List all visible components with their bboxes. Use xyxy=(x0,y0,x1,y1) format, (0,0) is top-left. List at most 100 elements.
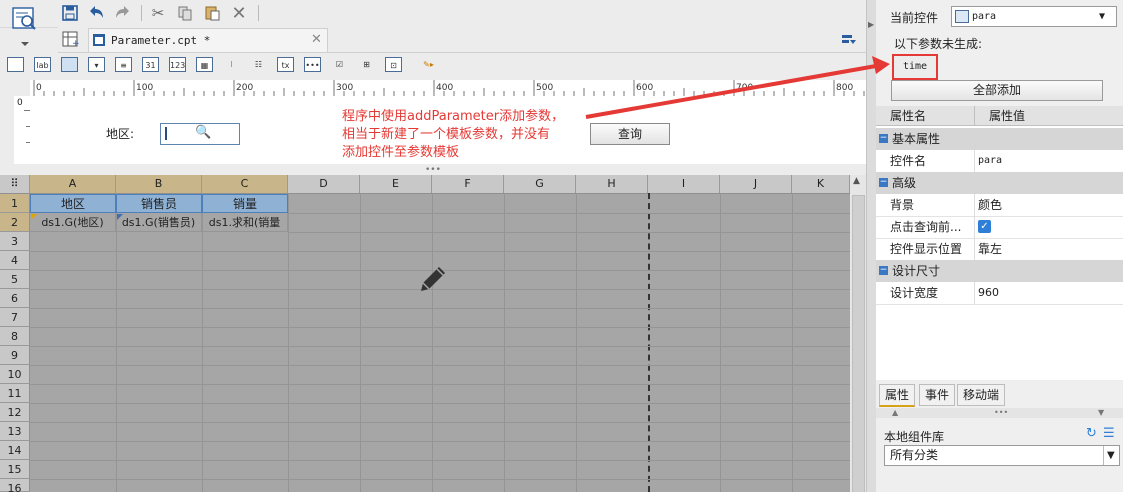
column-header[interactable]: I xyxy=(648,175,720,193)
property-value[interactable]: 颜色 xyxy=(978,194,1002,216)
menu-icon[interactable]: ☰ xyxy=(1103,426,1115,441)
property-value[interactable]: 靠左 xyxy=(978,238,1002,260)
row-header[interactable]: 4 xyxy=(0,251,30,270)
select-all-corner[interactable]: ⠿ xyxy=(0,175,30,193)
property-row[interactable]: 设计宽度 960 xyxy=(876,282,1123,305)
table-cell[interactable]: 销售员 xyxy=(116,194,202,213)
column-header[interactable]: H xyxy=(576,175,648,193)
row-header[interactable]: 16 xyxy=(0,479,30,492)
redo-icon[interactable] xyxy=(113,4,133,22)
tab-parameter-cpt[interactable]: Parameter.cpt * ✕ xyxy=(88,28,328,52)
property-row[interactable]: 控件显示位置 靠左 xyxy=(876,238,1123,261)
row-header[interactable]: 5 xyxy=(0,270,30,289)
paste-icon[interactable] xyxy=(202,4,222,22)
pane-splitter[interactable]: ••• xyxy=(425,165,441,175)
row-header[interactable]: 13 xyxy=(0,422,30,441)
property-value[interactable]: para xyxy=(978,150,1002,172)
column-header[interactable]: K xyxy=(792,175,850,193)
group-advanced[interactable]: − 高级 xyxy=(876,172,1123,194)
row-header[interactable]: 8 xyxy=(0,327,30,346)
text-area-icon[interactable]: tx xyxy=(277,57,294,72)
refresh-icon[interactable]: ↻ xyxy=(1086,426,1097,441)
column-header[interactable]: F xyxy=(432,175,504,193)
add-all-button[interactable]: 全部添加 xyxy=(891,80,1103,101)
copy-icon[interactable] xyxy=(175,4,195,22)
unbuilt-param-time[interactable]: time xyxy=(892,54,938,80)
row-header[interactable]: 10 xyxy=(0,365,30,384)
close-tab-icon[interactable]: ✕ xyxy=(311,32,322,47)
search-icon[interactable]: 🔍 xyxy=(195,125,211,140)
dropdown-widget-icon[interactable]: ▾ xyxy=(88,57,105,72)
column-header[interactable]: G xyxy=(504,175,576,193)
tab-properties[interactable]: 属性 xyxy=(879,384,916,407)
table-widget-icon[interactable]: ▦ xyxy=(196,57,213,72)
column-header[interactable]: J xyxy=(720,175,792,193)
more-widgets-icon[interactable]: ✎▸ xyxy=(420,57,437,72)
password-widget-icon[interactable]: ••• xyxy=(304,57,321,72)
collapse-up-icon[interactable]: ▲ xyxy=(892,408,898,417)
table-cell[interactable]: 销量 xyxy=(202,194,288,213)
row-header[interactable]: 6 xyxy=(0,289,30,308)
template-search-icon[interactable] xyxy=(12,6,38,48)
collapse-arrow-icon[interactable]: ▶ xyxy=(868,20,874,29)
checkbox-widget-icon[interactable]: ☑ xyxy=(331,57,348,72)
tab-mobile[interactable]: 移动端 xyxy=(957,384,1006,406)
query-button[interactable]: 查询 xyxy=(590,123,670,145)
tab-menu-icon[interactable] xyxy=(842,34,856,48)
label-widget-icon[interactable]: lab xyxy=(34,57,51,72)
collapse-down-icon[interactable]: ▼ xyxy=(1098,408,1104,417)
group-basic[interactable]: − 基本属性 xyxy=(876,128,1123,150)
row-header[interactable]: 15 xyxy=(0,460,30,479)
column-header[interactable]: C xyxy=(202,175,288,193)
chevron-down-icon[interactable]: ▼ xyxy=(1099,7,1105,26)
chevron-down-icon[interactable]: ▼ xyxy=(1103,446,1115,465)
report-grid[interactable]: ⠿ A B C D E F G H I J K 1 2 3 4 5 6 7 8 … xyxy=(0,175,866,492)
column-header[interactable]: B xyxy=(116,175,202,193)
row-header[interactable]: 7 xyxy=(0,308,30,327)
button-widget-icon[interactable] xyxy=(61,57,78,72)
column-header[interactable]: D xyxy=(288,175,360,193)
column-header[interactable]: E xyxy=(360,175,432,193)
save-icon[interactable] xyxy=(60,4,80,22)
date-widget-icon[interactable]: 31 xyxy=(142,57,159,72)
row-header[interactable]: 9 xyxy=(0,346,30,365)
tree-combo-icon[interactable]: ⊞ xyxy=(358,57,375,72)
tree-widget-icon[interactable]: ≡ xyxy=(115,57,132,72)
undo-icon[interactable] xyxy=(86,4,106,22)
delete-icon[interactable]: ✕ xyxy=(229,3,249,24)
table-cell[interactable]: 地区 xyxy=(30,194,116,213)
table-cell[interactable]: ds1.G(销售员) xyxy=(116,213,202,232)
collapse-icon[interactable]: − xyxy=(879,134,888,143)
group-design-size[interactable]: − 设计尺寸 xyxy=(876,260,1123,282)
row-header[interactable]: 3 xyxy=(0,232,30,251)
checkbox-group-icon[interactable]: ☷ xyxy=(250,57,267,72)
table-cell[interactable]: ds1.G(地区) xyxy=(30,213,116,232)
query-before-checkbox[interactable]: ✓ xyxy=(978,220,991,233)
table-cell[interactable]: ds1.求和(销量 xyxy=(202,213,288,232)
category-select[interactable]: 所有分类 ▼ xyxy=(884,445,1120,466)
panel-splitter[interactable]: ▲ ••• ▼ xyxy=(876,408,1123,418)
new-template-icon[interactable]: + xyxy=(62,31,80,50)
radio-group-icon[interactable]: ⁝ xyxy=(223,57,240,72)
scroll-up-icon[interactable]: ▲ xyxy=(853,176,860,186)
collapse-icon[interactable]: − xyxy=(879,266,888,275)
cut-icon[interactable]: ✂ xyxy=(148,4,168,22)
column-header[interactable]: A xyxy=(30,175,116,193)
row-header[interactable]: 14 xyxy=(0,441,30,460)
property-row[interactable]: 背景 颜色 xyxy=(876,194,1123,217)
property-row[interactable]: 点击查询前... ✓ xyxy=(876,216,1123,239)
scrollbar-thumb[interactable] xyxy=(852,195,865,492)
row-header[interactable]: 12 xyxy=(0,403,30,422)
tab-events[interactable]: 事件 xyxy=(919,384,956,406)
current-control-select[interactable]: para ▼ xyxy=(951,6,1117,27)
number-widget-icon[interactable]: 123 xyxy=(169,57,186,72)
row-header[interactable]: 1 xyxy=(0,194,30,213)
collapse-icon[interactable]: − xyxy=(879,178,888,187)
row-header[interactable]: 2 xyxy=(0,213,30,232)
area-input[interactable]: 🔍 xyxy=(160,123,240,145)
row-header[interactable]: 11 xyxy=(0,384,30,403)
text-widget-icon[interactable] xyxy=(7,57,24,72)
property-row[interactable]: 控件名 para xyxy=(876,150,1123,173)
property-value[interactable]: 960 xyxy=(978,282,999,304)
file-widget-icon[interactable]: ⊡ xyxy=(385,57,402,72)
